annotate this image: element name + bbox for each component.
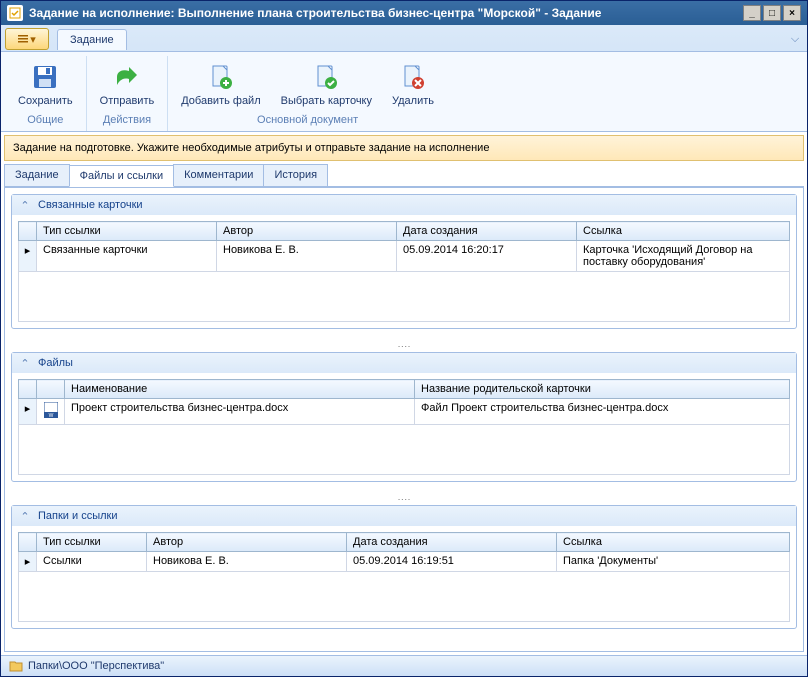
col-author[interactable]: Автор xyxy=(147,533,347,552)
close-button[interactable]: × xyxy=(783,5,801,21)
select-card-button[interactable]: Выбрать карточку xyxy=(274,58,379,111)
add-file-button[interactable]: Добавить файл xyxy=(174,58,267,111)
panel-title: Папки и ссылки xyxy=(38,510,117,522)
tab-files[interactable]: Файлы и ссылки xyxy=(69,165,175,187)
send-icon xyxy=(111,61,143,93)
panel-header[interactable]: ⌃ Папки и ссылки xyxy=(12,506,796,526)
collapse-icon: ⌃ xyxy=(18,198,32,212)
ribbon-collapse-button[interactable]: ⌵ xyxy=(787,31,803,47)
row-header xyxy=(19,533,37,552)
col-icon xyxy=(37,380,65,399)
table-row[interactable]: ▸ W Проект строительства бизнес-центра.d… xyxy=(19,399,790,425)
folders-grid[interactable]: Тип ссылки Автор Дата создания Ссылка ▸ … xyxy=(18,532,790,622)
col-created[interactable]: Дата создания xyxy=(347,533,557,552)
panel-files: ⌃ Файлы Наименование Название родительск… xyxy=(11,352,797,482)
send-button[interactable]: Отправить xyxy=(93,58,162,111)
col-author[interactable]: Автор xyxy=(217,222,397,241)
delete-button[interactable]: Удалить xyxy=(385,58,441,111)
row-selector[interactable]: ▸ xyxy=(19,241,37,272)
ribbon-group-actions: Отправить Действия xyxy=(87,56,169,131)
col-link[interactable]: Ссылка xyxy=(577,222,790,241)
row-selector[interactable]: ▸ xyxy=(19,552,37,572)
collapse-icon: ⌃ xyxy=(18,356,32,370)
content-area: ⌃ Связанные карточки Тип ссылки Автор Да… xyxy=(4,187,804,652)
tab-comments[interactable]: Комментарии xyxy=(173,164,264,186)
content-tabs: Задание Файлы и ссылки Комментарии Истор… xyxy=(4,164,804,187)
status-path: Папки\ООО "Перспектива" xyxy=(28,660,164,672)
titlebar: Задание на исполнение: Выполнение плана … xyxy=(1,1,807,25)
svg-text:W: W xyxy=(48,413,53,418)
row-selector[interactable]: ▸ xyxy=(19,399,37,425)
info-bar: Задание на подготовке. Укажите необходим… xyxy=(4,135,804,161)
statusbar: Папки\ООО "Перспектива" xyxy=(1,655,807,676)
table-row[interactable]: ▸ Ссылки Новикова Е. В. 05.09.2014 16:19… xyxy=(19,552,790,572)
select-card-icon xyxy=(310,61,342,93)
window-controls: _ □ × xyxy=(743,5,801,21)
ribbon-group-common: Сохранить Общие xyxy=(5,56,87,131)
col-type[interactable]: Тип ссылки xyxy=(37,533,147,552)
panel-title: Файлы xyxy=(38,357,73,369)
ribbon-group-title: Общие xyxy=(11,111,80,129)
table-row[interactable]: ▸ Связанные карточки Новикова Е. В. 05.0… xyxy=(19,241,790,272)
panel-header[interactable]: ⌃ Файлы xyxy=(12,353,796,373)
related-grid[interactable]: Тип ссылки Автор Дата создания Ссылка ▸ … xyxy=(18,221,790,322)
docx-icon: W xyxy=(37,399,65,425)
ribbon-tab-task[interactable]: Задание xyxy=(57,29,127,50)
panel-header[interactable]: ⌃ Связанные карточки xyxy=(12,195,796,215)
row-header xyxy=(19,380,37,399)
app-menu-button[interactable]: ▾ xyxy=(5,28,49,50)
minimize-button[interactable]: _ xyxy=(743,5,761,21)
collapse-icon: ⌃ xyxy=(18,509,32,523)
add-file-icon xyxy=(205,61,237,93)
splitter[interactable]: ‥‥ xyxy=(11,337,797,352)
tab-task[interactable]: Задание xyxy=(4,164,70,186)
panel-folders-links: ⌃ Папки и ссылки Тип ссылки Автор Дата с… xyxy=(11,505,797,629)
save-icon xyxy=(29,61,61,93)
ribbon-group-title: Действия xyxy=(93,111,162,129)
col-parent[interactable]: Название родительской карточки xyxy=(415,380,790,399)
panel-related-cards: ⌃ Связанные карточки Тип ссылки Автор Да… xyxy=(11,194,797,329)
panel-title: Связанные карточки xyxy=(38,199,143,211)
tab-history[interactable]: История xyxy=(263,164,328,186)
delete-icon xyxy=(397,61,429,93)
app-window: Задание на исполнение: Выполнение плана … xyxy=(0,0,808,677)
save-button[interactable]: Сохранить xyxy=(11,58,80,111)
row-header xyxy=(19,222,37,241)
ribbon-group-maindoc: Добавить файл Выбрать карточку Удалить xyxy=(168,56,447,131)
col-name[interactable]: Наименование xyxy=(65,380,415,399)
maximize-button[interactable]: □ xyxy=(763,5,781,21)
splitter[interactable]: ‥‥ xyxy=(11,490,797,505)
ribbon-group-title: Основной документ xyxy=(174,111,441,129)
ribbon: ▾ Задание ⌵ Сохранить Общие xyxy=(1,25,807,132)
col-created[interactable]: Дата создания xyxy=(397,222,577,241)
folder-icon xyxy=(9,660,23,672)
col-type[interactable]: Тип ссылки xyxy=(37,222,217,241)
col-link[interactable]: Ссылка xyxy=(557,533,790,552)
files-grid[interactable]: Наименование Название родительской карто… xyxy=(18,379,790,475)
app-icon xyxy=(7,5,23,21)
window-title: Задание на исполнение: Выполнение плана … xyxy=(29,6,743,20)
